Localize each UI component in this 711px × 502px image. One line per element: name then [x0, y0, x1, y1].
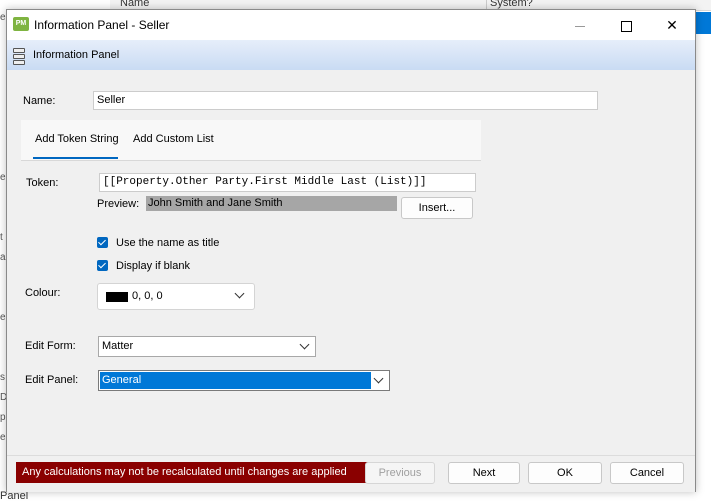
- colour-picker[interactable]: 0, 0, 0: [97, 283, 255, 310]
- display-if-blank-label[interactable]: Display if blank: [116, 260, 190, 272]
- colour-label: Colour:: [25, 287, 61, 299]
- edit-panel-value: General: [100, 372, 371, 389]
- background-column-system: System?: [490, 0, 533, 9]
- tab-strip: Add Token String Add Custom List: [21, 120, 481, 161]
- database-icon: [13, 48, 25, 65]
- background-text-fragment: t: [0, 232, 3, 243]
- background-selected-row: [695, 12, 711, 34]
- colour-value: 0, 0, 0: [132, 290, 163, 302]
- panel-header: Information Panel: [7, 40, 695, 70]
- edit-form-value: Matter: [102, 340, 134, 352]
- next-button[interactable]: Next: [448, 462, 520, 484]
- window-title: Information Panel - Seller: [34, 18, 170, 32]
- chevron-down-icon: [299, 339, 310, 350]
- token-label: Token:: [26, 177, 59, 189]
- app-logo-icon: PM: [13, 17, 29, 31]
- minimize-button[interactable]: [557, 10, 603, 40]
- display-if-blank-checkbox[interactable]: [97, 260, 108, 271]
- edit-form-select[interactable]: Matter: [98, 336, 316, 357]
- cancel-button[interactable]: Cancel: [610, 462, 684, 484]
- ok-button[interactable]: OK: [528, 462, 602, 484]
- warning-banner: Any calculations may not be recalculated…: [16, 462, 369, 483]
- background-text-fragment: e: [0, 12, 6, 23]
- chevron-down-icon: [234, 288, 245, 299]
- edit-panel-label: Edit Panel:: [25, 374, 79, 386]
- close-icon: ✕: [666, 17, 678, 33]
- colour-swatch: [106, 292, 128, 302]
- tab-add-token-string[interactable]: Add Token String: [35, 133, 119, 145]
- edit-panel-select[interactable]: General: [98, 370, 390, 391]
- background-text-fragment: e: [0, 432, 6, 443]
- maximize-button[interactable]: [603, 10, 649, 40]
- chevron-down-icon: [373, 373, 384, 384]
- use-name-as-title-checkbox[interactable]: [97, 237, 108, 248]
- preview-label: Preview:: [97, 198, 140, 210]
- use-name-as-title-label[interactable]: Use the name as title: [116, 237, 219, 249]
- background-text-fragment: e: [0, 312, 6, 323]
- preview-value: John Smith and Jane Smith: [146, 196, 397, 211]
- edit-form-label: Edit Form:: [25, 340, 76, 352]
- panel-header-title: Information Panel: [33, 49, 120, 61]
- previous-button: Previous: [365, 462, 435, 484]
- background-text-fragment: s: [0, 372, 5, 383]
- insert-button[interactable]: Insert...: [401, 197, 473, 219]
- background-text-fragment: a: [0, 252, 6, 263]
- maximize-icon: [620, 20, 632, 32]
- background-text-fragment: p: [0, 412, 6, 423]
- title-bar[interactable]: PM Information Panel - Seller ✕: [7, 10, 695, 40]
- name-label: Name:: [23, 95, 56, 107]
- name-input[interactable]: Seller: [93, 91, 598, 110]
- active-tab-indicator: [33, 157, 118, 159]
- tab-add-custom-list[interactable]: Add Custom List: [133, 133, 214, 145]
- information-panel-dialog: PM Information Panel - Seller ✕ Informat…: [6, 9, 696, 492]
- close-button[interactable]: ✕: [649, 10, 695, 40]
- token-input[interactable]: [[Property.Other Party.First Middle Last…: [99, 173, 476, 192]
- background-column-name: Name: [120, 0, 150, 9]
- minimize-icon: [575, 25, 585, 27]
- background-text-fragment: e: [0, 172, 6, 183]
